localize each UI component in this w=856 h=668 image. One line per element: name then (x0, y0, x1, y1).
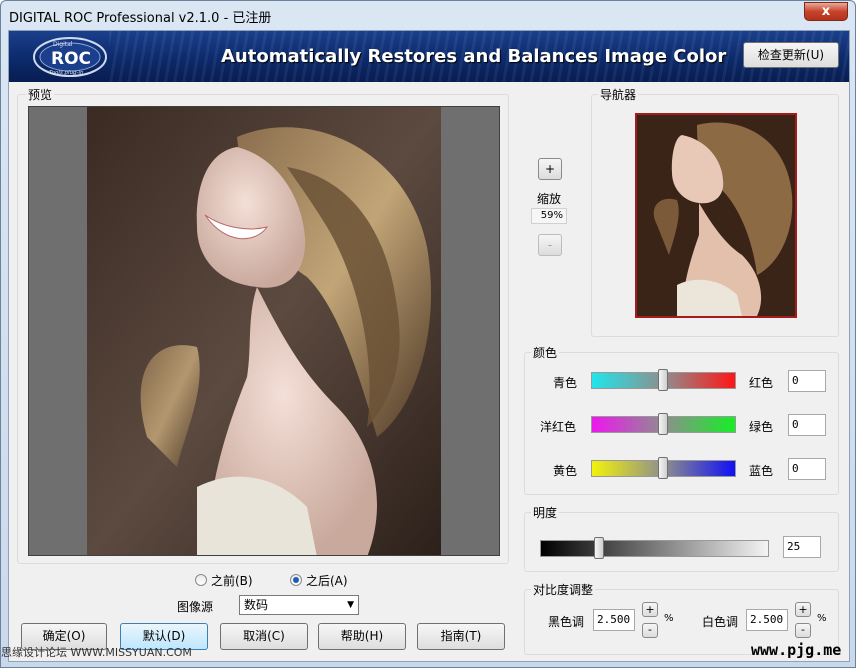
color-row-red-label: 红色 (749, 376, 774, 390)
after-radio-label[interactable]: 之后(A) (306, 572, 348, 589)
navigator-photo (637, 115, 795, 316)
color-row-blue-label: 蓝色 (749, 464, 774, 478)
white-tone-increase-button[interactable]: + (795, 602, 811, 617)
brightness-slider[interactable] (540, 540, 769, 557)
zoom-value: 59% (531, 208, 567, 224)
color-row-magenta-label: 洋红色 (540, 420, 577, 434)
before-radio-label[interactable]: 之前(B) (211, 572, 253, 589)
cancel-button[interactable]: 取消(C) (220, 623, 308, 650)
cyan-red-input[interactable]: 0 (788, 370, 826, 392)
brightness-input[interactable]: 25 (783, 536, 821, 558)
title-bar[interactable]: DIGITAL ROC Professional v2.1.0 - 已注册 x (1, 1, 855, 29)
help-button[interactable]: 帮助(H) (318, 623, 406, 650)
contrast-label: 对比度调整 (531, 581, 596, 598)
white-tone-input[interactable]: 2.500 (746, 609, 788, 631)
navigator-label: 导航器 (598, 86, 639, 103)
check-update-button[interactable]: 检查更新(U) (743, 42, 839, 68)
brightness-slider-thumb[interactable] (594, 537, 604, 559)
image-source-select[interactable]: 数码 ▼ (239, 595, 359, 615)
after-radio[interactable] (290, 574, 302, 586)
black-tone-decrease-button[interactable]: - (642, 623, 658, 638)
color-row-cyan-label: 青色 (553, 376, 578, 390)
preview-photo (87, 107, 441, 555)
magenta-green-slider-thumb[interactable] (658, 413, 668, 435)
chevron-down-icon: ▼ (347, 600, 354, 610)
black-tone-unit: % (664, 613, 674, 624)
guide-button[interactable]: 指南(T) (417, 623, 505, 650)
image-source-value: 数码 (244, 598, 269, 612)
window-title: DIGITAL ROC Professional v2.1.0 - 已注册 (9, 11, 272, 26)
black-tone-increase-button[interactable]: + (642, 602, 658, 617)
logo-small-bottom: Tools plug-in (49, 70, 84, 76)
cyan-red-slider-thumb[interactable] (658, 369, 668, 391)
yellow-blue-input[interactable]: 0 (788, 458, 826, 480)
white-tone-unit: % (817, 613, 827, 624)
preview-label: 预览 (26, 86, 55, 103)
dialog-client: Digital ROC Tools plug-in Automatically … (8, 30, 850, 662)
zoom-in-button[interactable]: + (538, 158, 562, 180)
brightness-label: 明度 (531, 504, 560, 521)
black-tone-label: 黑色调 (548, 615, 585, 629)
black-tone-input[interactable]: 2.500 (593, 609, 635, 631)
header-banner: Digital ROC Tools plug-in Automatically … (9, 31, 849, 82)
color-row-yellow-label: 黄色 (553, 464, 578, 478)
white-tone-decrease-button[interactable]: - (795, 623, 811, 638)
watermark-right: www.pjg.me (751, 641, 842, 659)
color-row-green-label: 绿色 (749, 420, 774, 434)
app-window: DIGITAL ROC Professional v2.1.0 - 已注册 x … (0, 0, 856, 668)
zoom-out-button[interactable]: - (538, 234, 562, 256)
white-tone-label: 白色调 (702, 615, 739, 629)
before-radio[interactable] (195, 574, 207, 586)
zoom-label: 缩放 (537, 192, 562, 206)
roc-logo-icon: Digital ROC Tools plug-in (33, 37, 107, 77)
magenta-green-input[interactable]: 0 (788, 414, 826, 436)
yellow-blue-slider-thumb[interactable] (658, 457, 668, 479)
banner-tagline: Automatically Restores and Balances Imag… (221, 46, 727, 67)
close-button[interactable]: x (804, 2, 848, 21)
color-label: 颜色 (531, 344, 560, 361)
preview-canvas[interactable] (28, 106, 500, 556)
image-source-label: 图像源 (177, 600, 214, 614)
watermark-left: 思缘设计论坛 WWW.MISSYUAN.COM (1, 646, 192, 659)
logo-small-top: Digital (53, 41, 73, 48)
logo-text: ROC (51, 49, 91, 69)
navigator-thumbnail[interactable] (635, 113, 797, 318)
